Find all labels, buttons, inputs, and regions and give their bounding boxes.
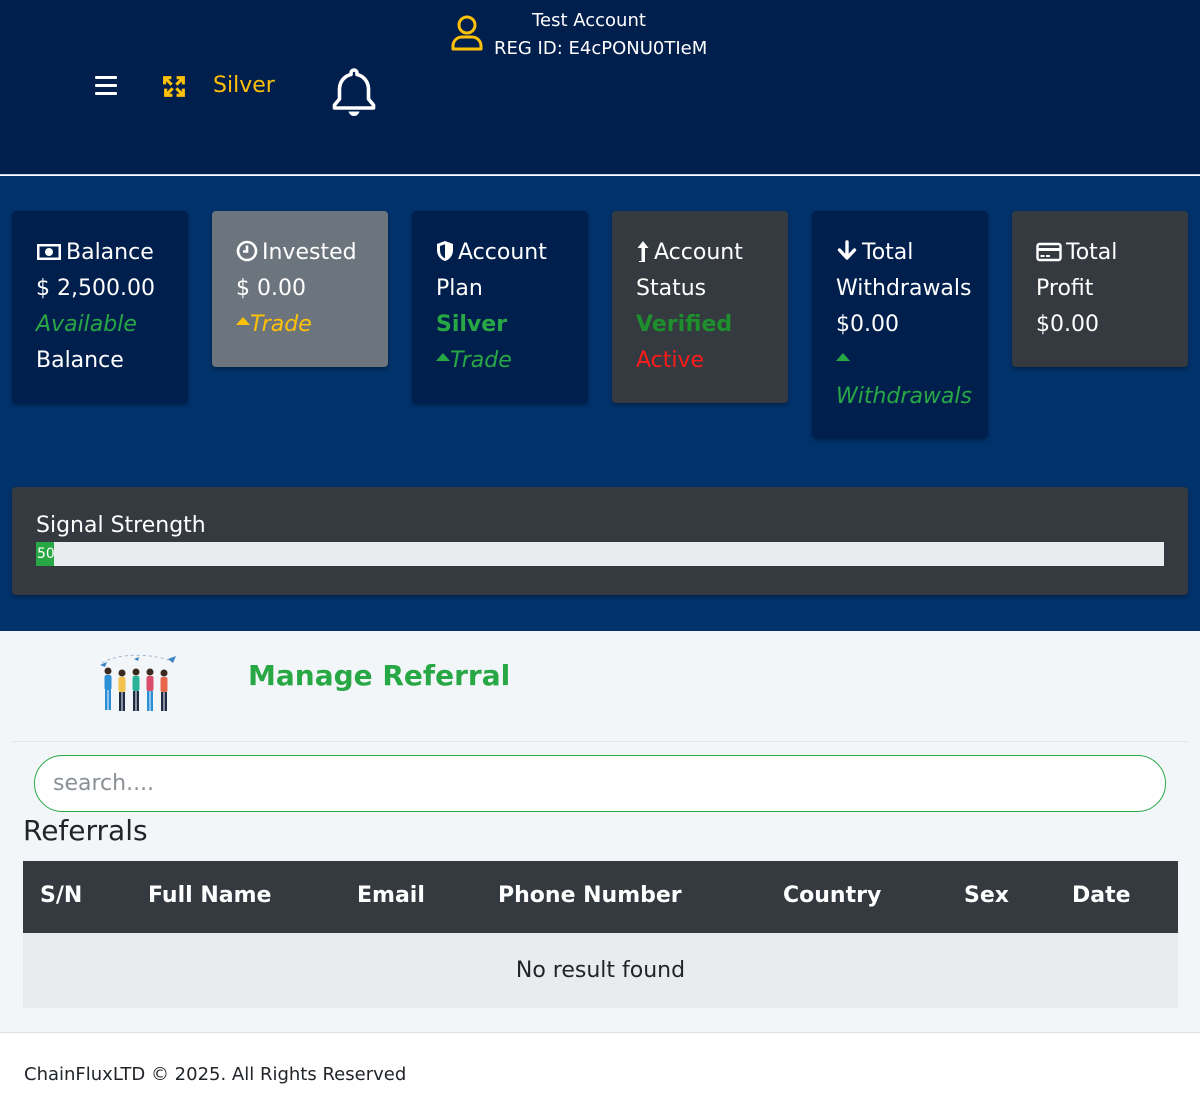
referral-section: Manage Referral Referrals S/N Full Name … xyxy=(0,631,1200,1033)
status-verified: Verified xyxy=(636,312,733,337)
referral-title: Manage Referral xyxy=(248,659,511,692)
column-header-full-name: Full Name xyxy=(148,883,272,908)
profit-card: Total Profit $0.00 xyxy=(1012,211,1188,367)
signal-strength-panel: Signal Strength 50 xyxy=(12,487,1188,595)
table-header: S/N Full Name Email Phone Number Country… xyxy=(23,861,1178,933)
clock-icon xyxy=(236,240,258,262)
profit-amount: $0.00 xyxy=(1036,312,1099,337)
caret-up-icon xyxy=(436,353,450,361)
signal-progress: 50 xyxy=(36,542,1164,566)
withdrawals-amount: $0.00 xyxy=(836,312,899,337)
withdrawals-card: Total Withdrawals $0.00 Withdrawals xyxy=(812,211,988,438)
menu-icon[interactable] xyxy=(95,76,117,96)
invested-amount: $ 0.00 xyxy=(236,276,306,301)
withdrawals-title: Total xyxy=(862,240,914,265)
user-icon[interactable] xyxy=(450,14,484,52)
profit-title-2: Profit xyxy=(1036,276,1094,301)
people-illustration xyxy=(100,654,176,711)
plan-card: Account Plan Silver Trade xyxy=(412,211,588,403)
money-icon xyxy=(37,244,61,260)
plan-value: Silver xyxy=(436,312,508,337)
balance-sub-label: Balance xyxy=(36,348,124,373)
caret-up-icon xyxy=(836,353,850,361)
invested-sub: Trade xyxy=(250,312,312,337)
search-input[interactable] xyxy=(34,755,1166,812)
reg-id: REG ID: E4cPONU0TIeM xyxy=(494,38,708,59)
column-header-date: Date xyxy=(1072,883,1131,908)
referrals-subtitle: Referrals xyxy=(23,814,148,847)
account-name: Test Account xyxy=(532,10,646,31)
signal-title: Signal Strength xyxy=(36,513,206,538)
footer-copyright: ChainFluxLTD © 2025. All Rights Reserved xyxy=(24,1064,407,1085)
status-card: Account Status Verified Active xyxy=(612,211,788,403)
arrow-down-icon xyxy=(837,240,857,260)
balance-sub-available: Available xyxy=(36,312,137,337)
status-title: Account xyxy=(654,240,743,265)
plan-title: Account xyxy=(458,240,547,265)
withdrawals-title-2: Withdrawals xyxy=(836,276,972,301)
expand-icon[interactable] xyxy=(162,74,187,99)
credit-card-icon xyxy=(1036,242,1062,262)
plan-title-2: Plan xyxy=(436,276,483,301)
column-header-phone: Phone Number xyxy=(498,883,682,908)
balance-card: Balance $ 2,500.00 Available Balance xyxy=(12,211,188,403)
invested-card: Invested $ 0.00 Trade xyxy=(212,211,388,367)
shield-icon xyxy=(437,241,453,261)
column-header-sn: S/N xyxy=(40,883,83,908)
column-header-country: Country xyxy=(783,883,882,908)
status-title-2: Status xyxy=(636,276,707,301)
bell-icon[interactable] xyxy=(330,66,378,120)
balance-title: Balance xyxy=(66,240,154,265)
signal-progress-bar: 50 xyxy=(36,542,55,566)
caret-up-icon xyxy=(236,317,250,325)
profit-title: Total xyxy=(1066,240,1118,265)
status-active: Active xyxy=(636,348,705,373)
top-navbar: Silver Test Account REG ID: E4cPONU0TIeM xyxy=(0,0,1200,175)
invested-title: Invested xyxy=(262,240,357,265)
balance-amount: $ 2,500.00 xyxy=(36,276,155,301)
empty-row: No result found xyxy=(23,933,1178,1008)
column-header-sex: Sex xyxy=(964,883,1009,908)
referrals-table: S/N Full Name Email Phone Number Country… xyxy=(23,861,1178,1008)
column-header-email: Email xyxy=(357,883,425,908)
level-up-icon xyxy=(637,241,649,262)
dashboard-section: Balance $ 2,500.00 Available Balance Inv… xyxy=(0,176,1200,631)
plan-sub: Trade xyxy=(450,348,512,373)
referral-header: Manage Referral xyxy=(12,631,1188,742)
withdrawals-sub: Withdrawals xyxy=(836,384,972,409)
plan-label: Silver xyxy=(213,73,275,98)
